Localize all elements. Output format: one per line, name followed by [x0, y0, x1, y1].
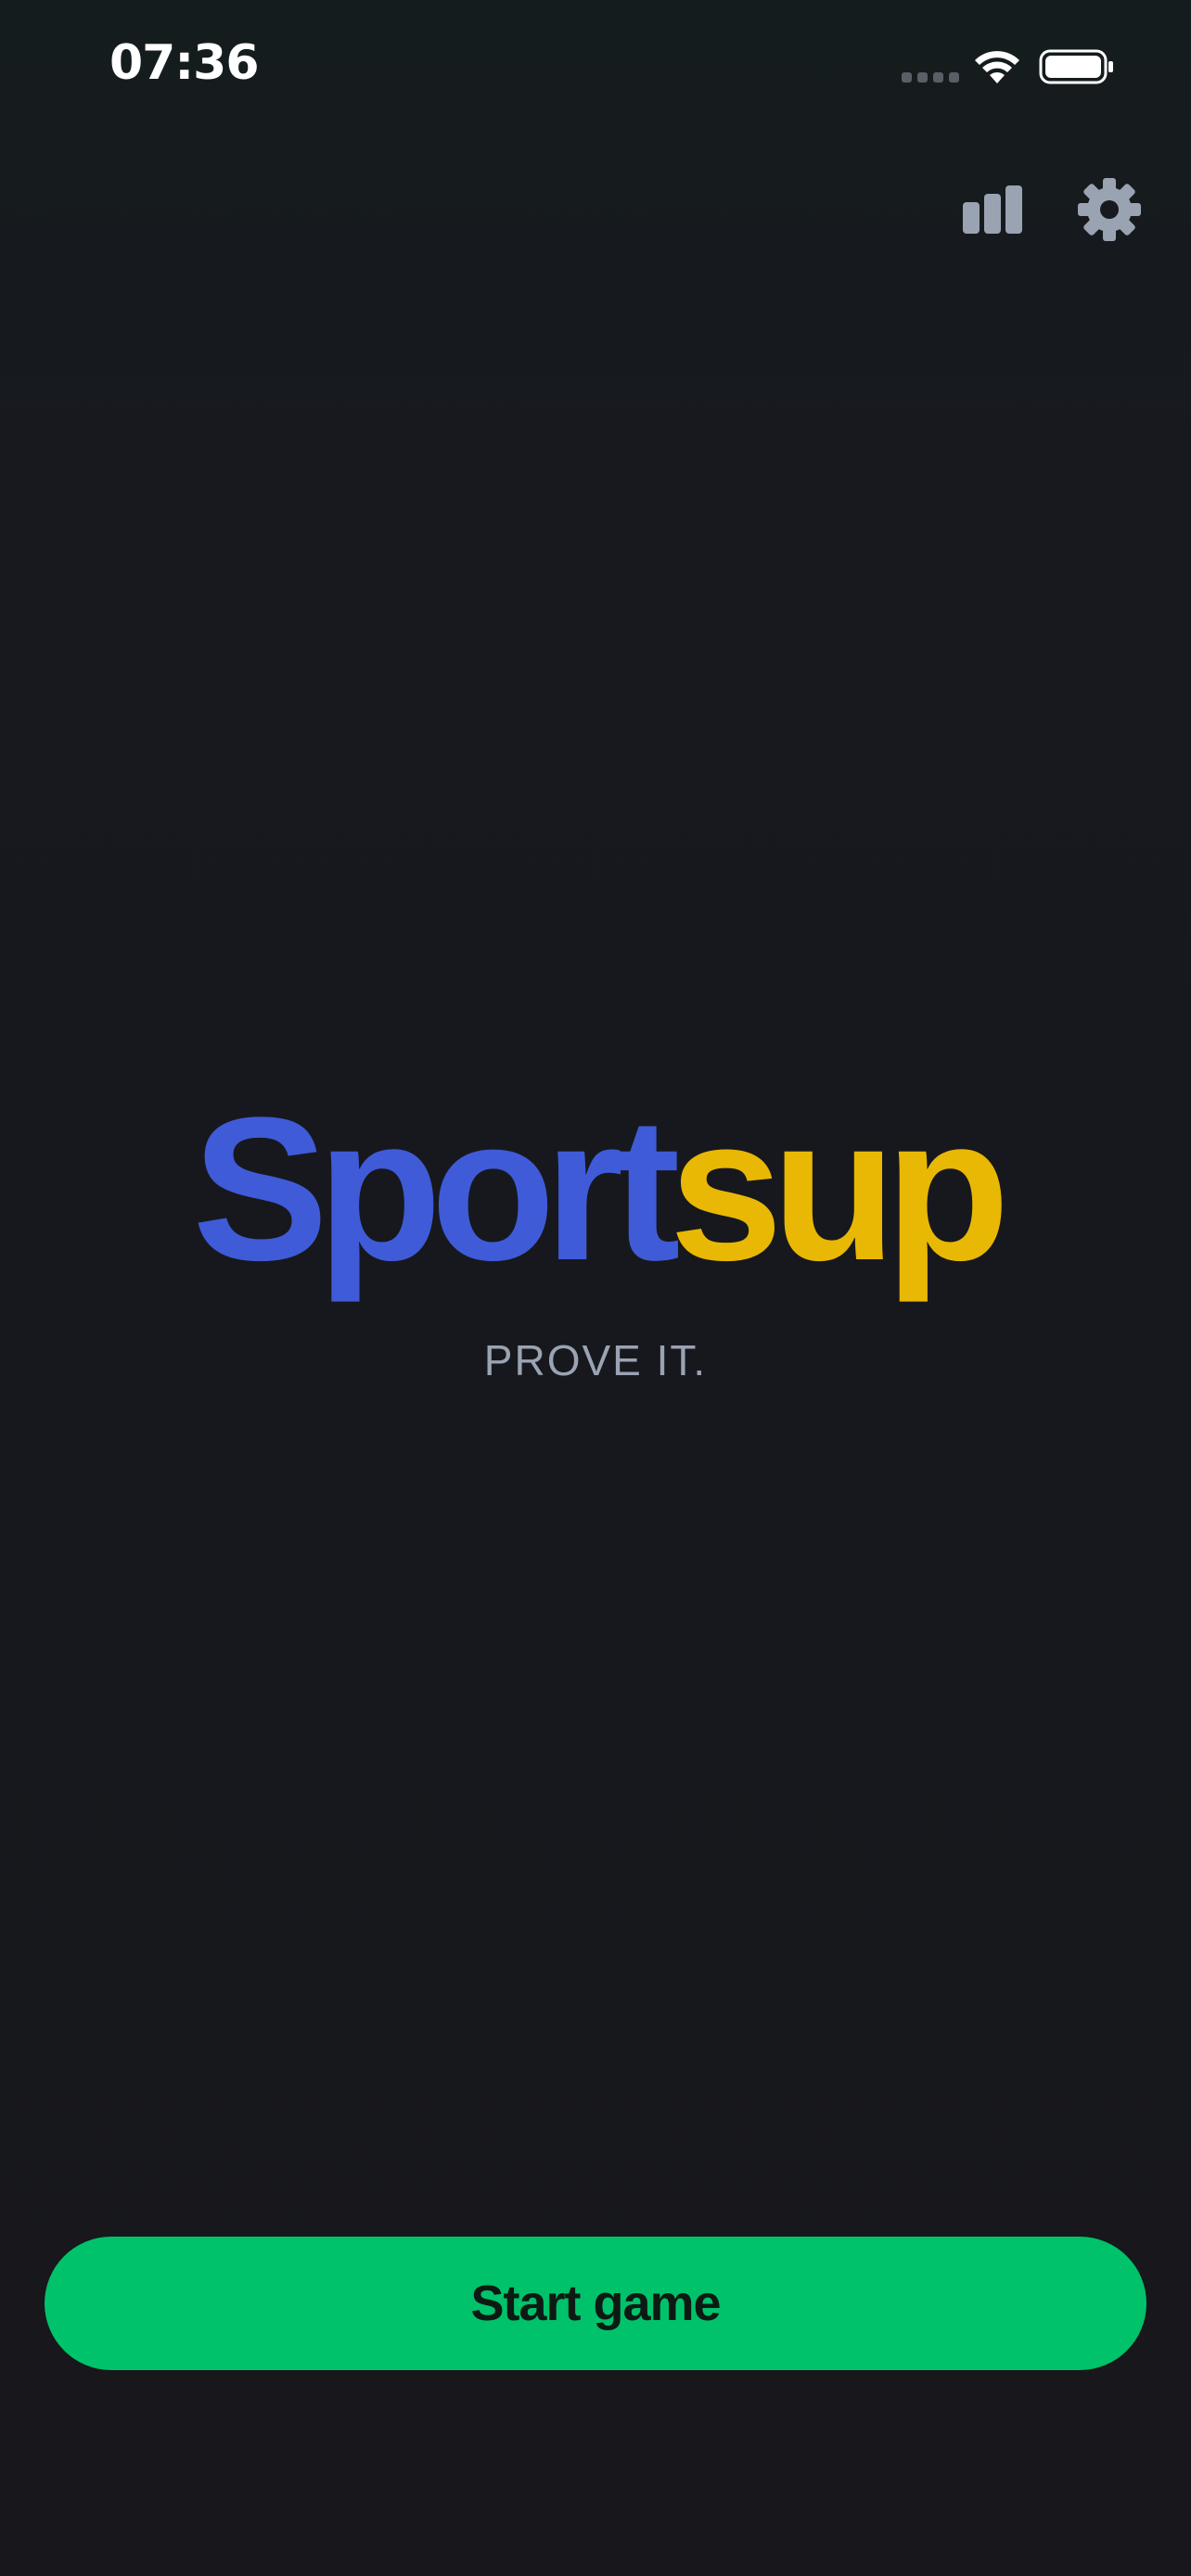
- stats-button[interactable]: [959, 182, 1026, 237]
- tagline: PROVE IT.: [483, 1336, 708, 1384]
- battery-icon: [1039, 49, 1113, 84]
- app-logo: Sportsup: [0, 1087, 1191, 1291]
- logo-text-sport: Sport: [192, 1075, 680, 1303]
- start-game-button[interactable]: Start game: [45, 2237, 1146, 2370]
- bar-chart-icon: [963, 185, 1022, 234]
- status-bar-time: 07:36: [109, 35, 260, 91]
- cellular-signal-icon: [902, 72, 959, 83]
- home-screen: 07:36 Sportsup PROVE IT. Start game: [0, 0, 1191, 2576]
- settings-button[interactable]: [1076, 176, 1143, 243]
- gear-icon: [1078, 178, 1141, 241]
- wifi-icon: [975, 51, 1019, 83]
- start-game-label: Start game: [470, 2276, 721, 2331]
- logo-text-sup: sup: [669, 1075, 1010, 1303]
